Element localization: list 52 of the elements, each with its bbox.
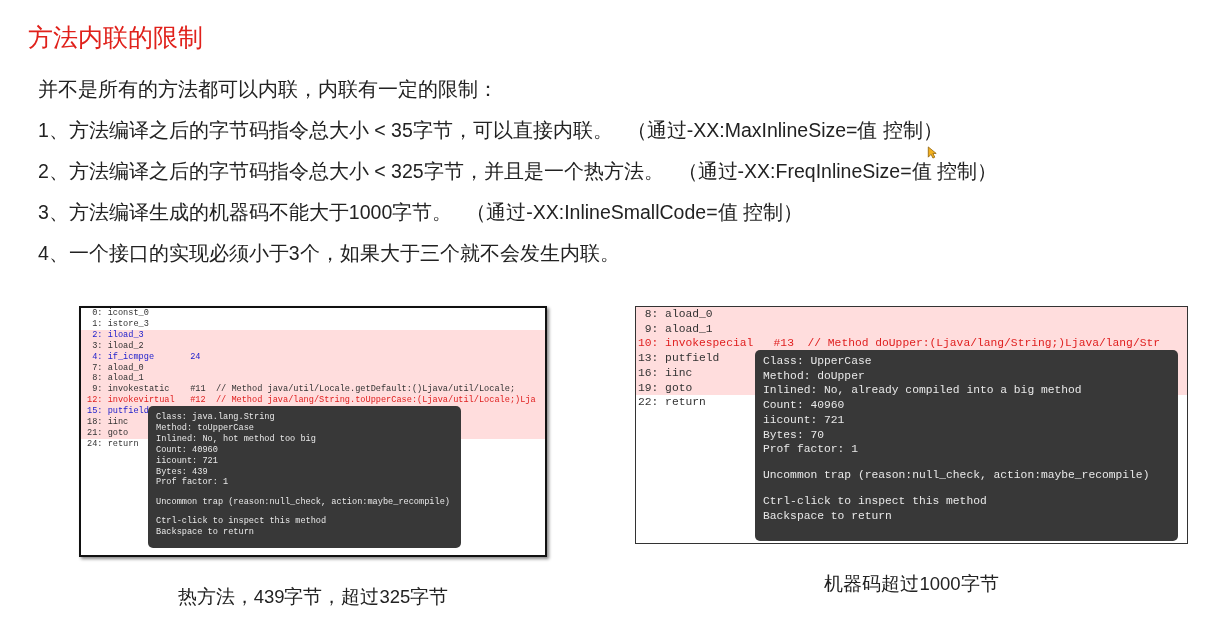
figure-caption: 机器码超过1000字节 [824,572,999,596]
code-line: 16: iinc [638,365,693,381]
tooltip-line: Prof factor: 1 [156,477,230,489]
tooltip-line: Count: 40960 [156,444,219,456]
rule-note: （通过-XX:MaxInlineSize=值 控制） [626,118,943,143]
tooltip-line: Bytes: 70 [763,427,825,443]
rule-text: 4、一个接口的实现必须小于3个，如果大于三个就不会发生内联。 [38,241,620,266]
tooltip-line: Uncommon trap (reason:null_check, action:maybe_recompile) [156,496,451,508]
code-line: 3: iload_2 [91,340,144,352]
tooltip-line: Class: java.lang.String [156,412,276,423]
code-line: 1: istore_3 [91,318,149,330]
tooltip-line: Class: UpperCase [763,354,873,369]
code-line: 9: aload_1 [643,321,713,337]
rule-text: 1、方法编译之后的字节码指令总大小 < 35字节，可以直接内联。 [38,118,613,143]
tooltip-line: Ctrl-click to inspect this method [156,516,328,527]
tooltip-line: Backspace to return [156,527,255,539]
code-line: 8: aload_1 [91,373,144,384]
code-line: 22: return [638,395,706,410]
tooltip-line: Count: 40960 [763,398,846,413]
tooltip-line: Ctrl-click to inspect this method [763,494,988,509]
tooltip-line: iicount: 721 [763,412,846,428]
code-line: 24: return [87,438,139,450]
tooltip-line: iicount: 721 [156,455,219,467]
tooltip-line: Method: toUpperCase [156,422,255,434]
cursor-icon [927,146,937,159]
tooltip-line: Inlined: No, hot method too big [156,433,317,445]
code-line: 18: iinc [87,417,129,428]
code-line: 7: aload_0 [91,362,144,373]
code-line: 10: invokespecial #13 // Method doUpper:(Ljava/lang/String;)Ljava/lang/Str [638,336,1160,352]
intro-text: 并不是所有的方法都可以内联，内联有一定的限制： [38,77,498,102]
code-line: 19: goto [638,380,693,396]
rule-note: （通过-XX:InlineSmallCode=值 控制） [466,200,803,225]
code-line: 12: invokevirtual #12 // Method java/lang/String.toUpperCase:(Ljava/util/Locale;)Lja [87,395,536,406]
tooltip-line: Prof factor: 1 [763,442,859,457]
tooltip-line: Bytes: 439 [156,466,209,477]
tooltip-line: Inlined: No, already compiled into a big method [763,383,1083,399]
rule-note: （通过-XX:FreqInlineSize=值 控制） [677,159,997,184]
tooltip-line: Backspace to return [763,508,893,524]
rule-text: 2、方法编译之后的字节码指令总大小 < 325字节，并且是一个热方法。 [38,159,664,184]
code-line: 15: putfield [87,406,149,417]
rule-text: 3、方法编译生成的机器码不能大于1000字节。 [38,200,453,225]
tooltip-line: Method: doUpper [763,368,866,384]
code-line: 2: iload_3 [91,329,144,341]
code-line: 13: putfield [638,351,720,366]
slide-title: 方法内联的限制 [28,22,204,53]
code-line: 0: iconst_0 [91,308,149,319]
code-line: 21: goto [87,427,129,439]
code-line: 4: if_icmpge 24 [91,351,201,363]
code-line: 9: invokestatic #11 // Method java/util/Locale.getDefault:()Ljava/util/Locale; [91,384,516,395]
tooltip-line: Uncommon trap (reason:null_check, action:maybe_recompile) [763,468,1151,483]
code-line: 8: aload_0 [643,307,713,322]
figure-caption: 热方法，439字节，超过325字节 [177,585,449,609]
